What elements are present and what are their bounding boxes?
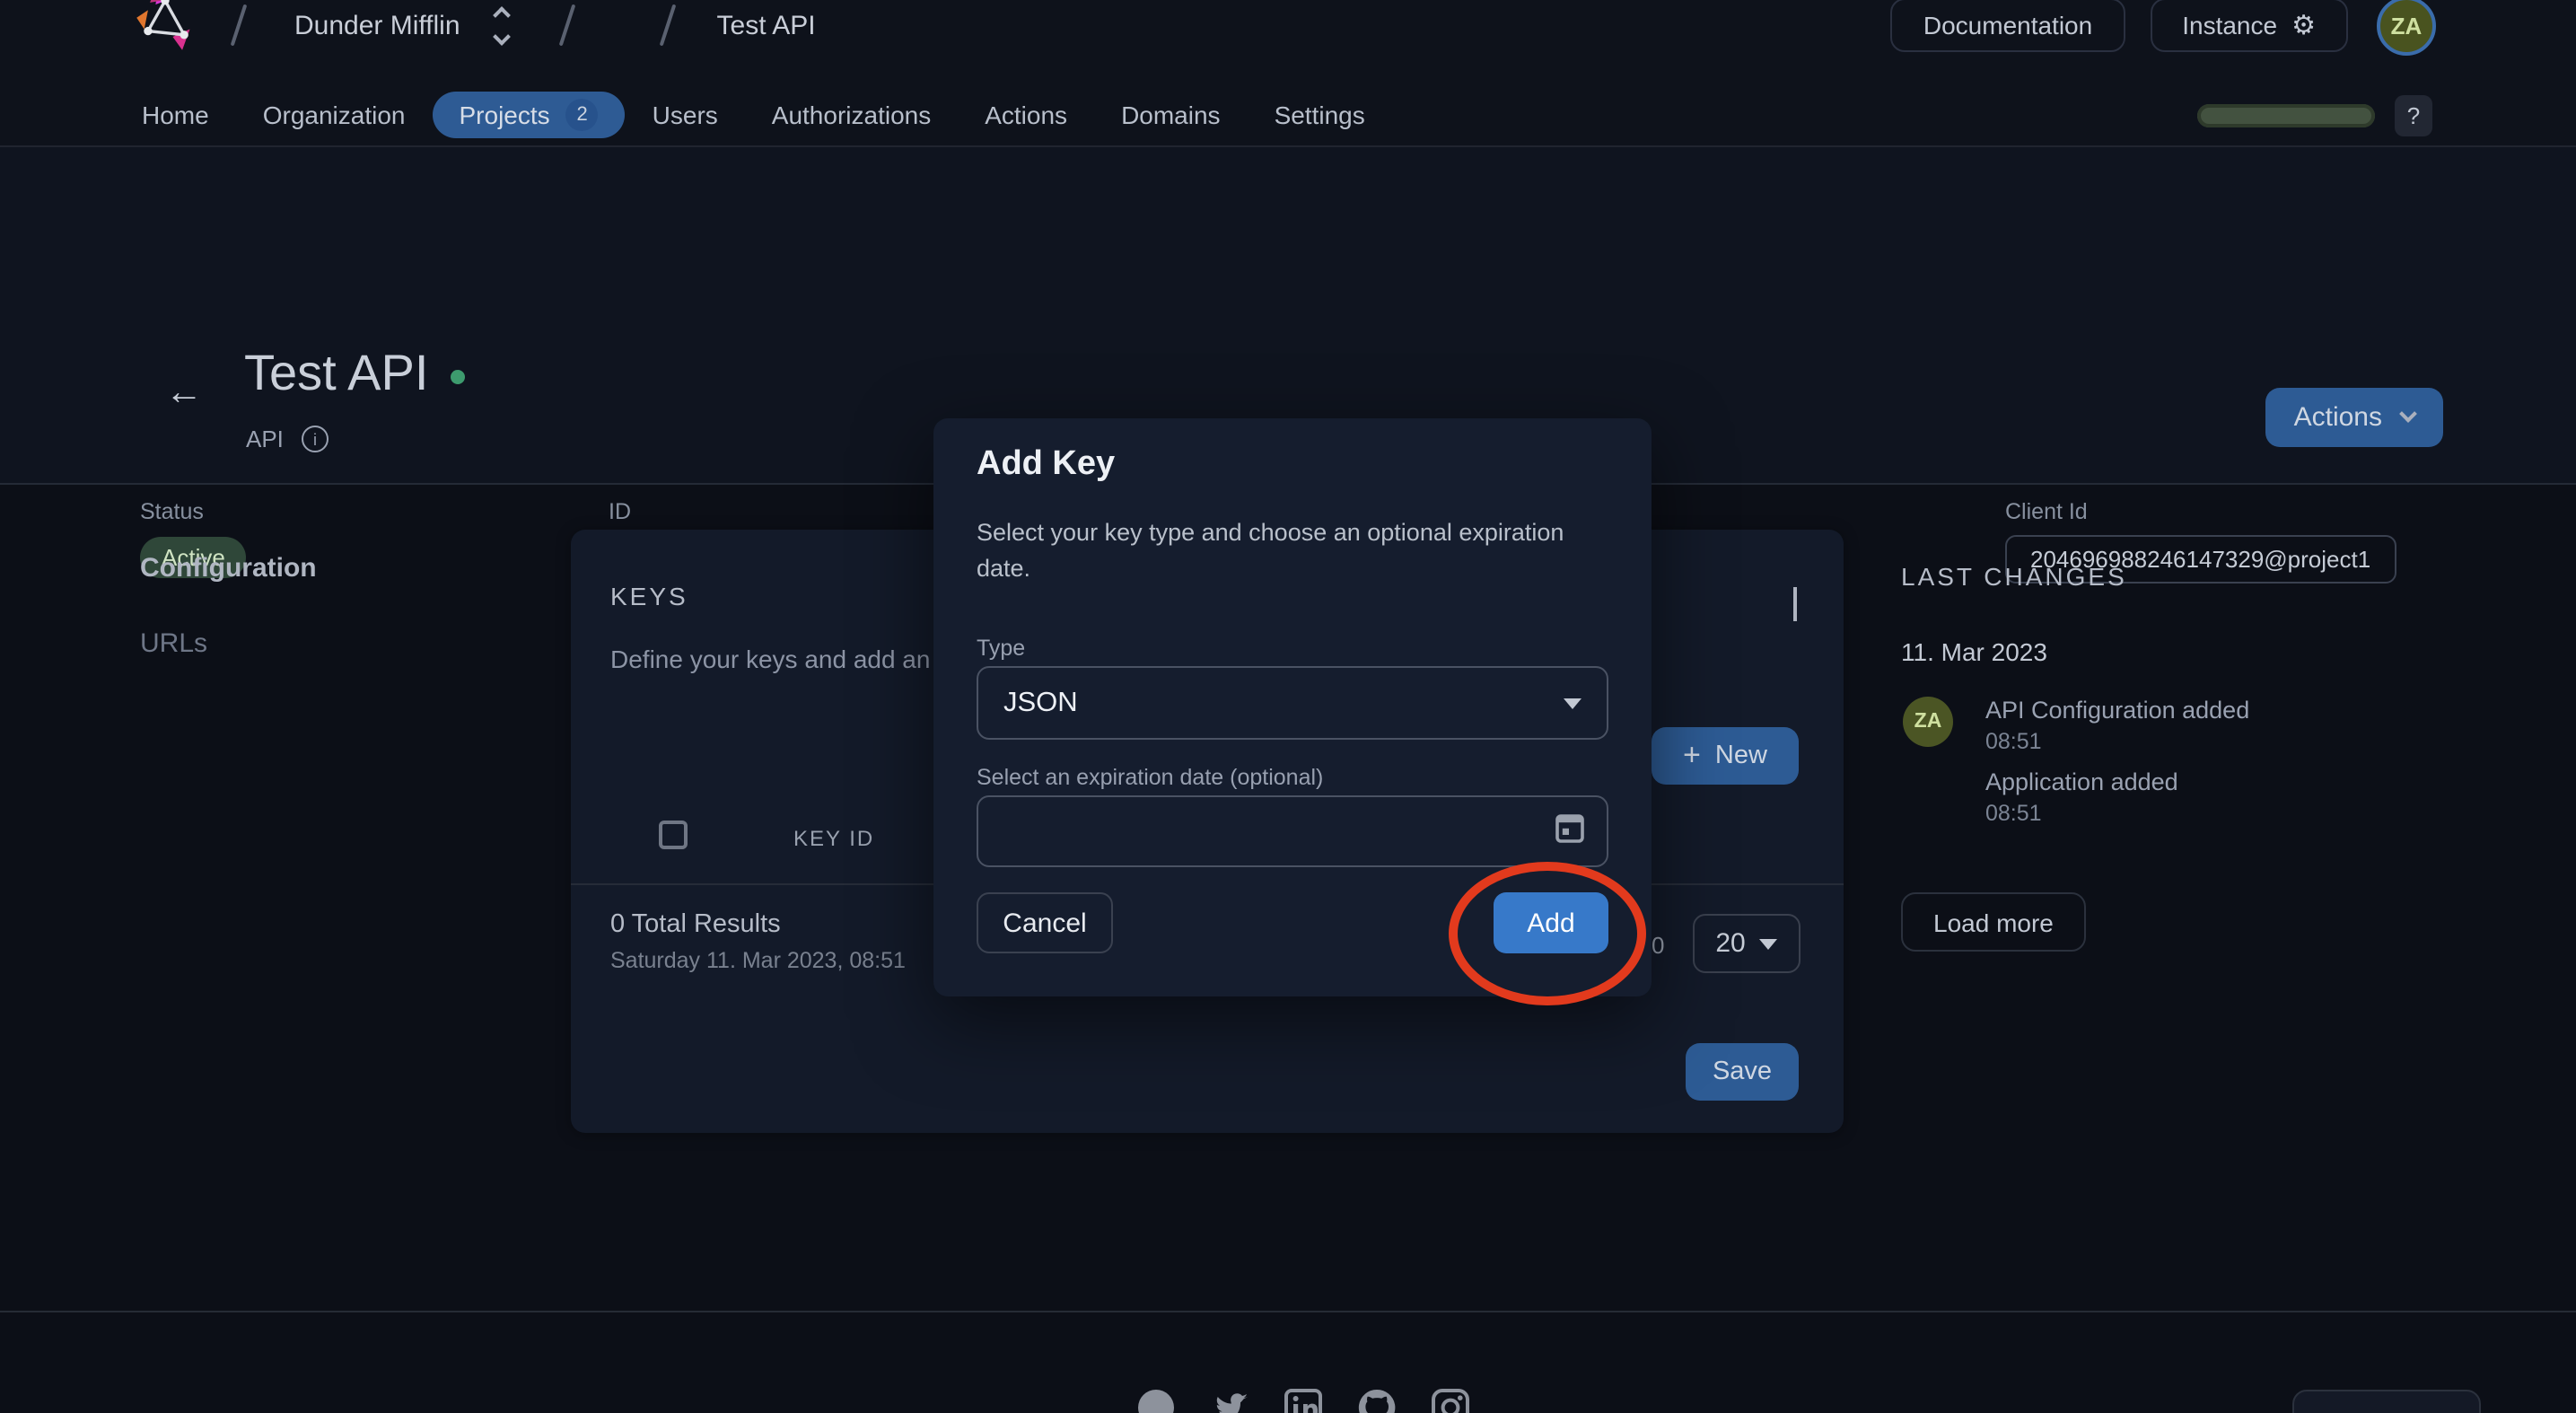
tab-organization[interactable]: Organization (236, 92, 433, 138)
id-label: ID (609, 499, 869, 524)
calendar-icon[interactable] (1555, 811, 1585, 852)
tab-domains[interactable]: Domains (1094, 92, 1248, 138)
documentation-label: Documentation (1923, 11, 2092, 39)
breadcrumb-org[interactable]: Dunder Mifflin (294, 10, 460, 40)
sidebar-item-urls[interactable]: URLs (140, 628, 207, 659)
load-more-button[interactable]: Load more (1901, 892, 2086, 952)
tab-projects[interactable]: Projects 2 (433, 92, 626, 138)
status-label: Status (140, 499, 247, 524)
bottom-right-control[interactable] (2292, 1390, 2481, 1413)
globe-icon[interactable] (1135, 1386, 1178, 1413)
breadcrumb-app[interactable]: Test API (717, 10, 816, 40)
help-button[interactable]: ? (2395, 95, 2432, 136)
back-arrow-icon[interactable]: ← (165, 372, 203, 415)
tab-settings[interactable]: Settings (1248, 92, 1392, 138)
zitadel-logo[interactable] (133, 0, 197, 62)
org-switcher-icon[interactable] (496, 8, 509, 42)
gear-icon: ⚙ (2291, 9, 2316, 41)
tab-home[interactable]: Home (115, 92, 236, 138)
add-key-modal: Add Key Select your key type and choose … (933, 418, 1652, 996)
last-changes-title: LAST CHANGES (1901, 562, 2127, 591)
page-title: Test API (244, 345, 428, 402)
breadcrumb-separator (559, 4, 576, 47)
app-type-label: API (246, 426, 284, 452)
tab-users[interactable]: Users (626, 92, 745, 138)
caret-down-icon (1564, 698, 1582, 708)
type-field-label: Type (977, 636, 1025, 661)
page-size-value: 20 (1715, 928, 1745, 959)
projects-count-badge: 2 (566, 99, 599, 131)
actions-label: Actions (2294, 402, 2382, 433)
instagram-icon[interactable] (1429, 1386, 1472, 1413)
event-title: Application added (1985, 768, 2178, 795)
tab-projects-label: Projects (460, 101, 550, 129)
event-time: 08:51 (1985, 729, 2042, 754)
active-status-dot (450, 370, 464, 384)
add-button[interactable]: Add (1494, 892, 1608, 953)
tab-authorizations[interactable]: Authorizations (745, 92, 958, 138)
event-time: 08:51 (1985, 801, 2042, 826)
cancel-button[interactable]: Cancel (977, 892, 1113, 953)
expiration-field-label: Select an expiration date (optional) (977, 765, 1323, 790)
app-root: Dunder Mifflin Test API Documentation In… (0, 0, 2576, 1413)
instance-button[interactable]: Instance ⚙ (2150, 0, 2348, 52)
last-changes-date: 11. Mar 2023 (1901, 637, 2047, 666)
info-icon[interactable]: i (302, 426, 329, 452)
breadcrumb-separator (660, 4, 677, 47)
key-type-value: JSON (1003, 687, 1564, 719)
column-header-key-id: KEY ID (793, 826, 874, 851)
event-title: API Configuration added (1985, 697, 2249, 724)
new-key-label: New (1715, 742, 1767, 770)
page-size-select[interactable]: 20 (1693, 914, 1801, 973)
modal-title: Add Key (977, 445, 1115, 485)
pagination-text: 0 (1652, 932, 1664, 959)
loading-skeleton-bar (2197, 104, 2375, 127)
tab-actions[interactable]: Actions (958, 92, 1094, 138)
modal-description: Select your key type and choose an optio… (977, 515, 1616, 587)
configuration-section-title: Configuration (140, 553, 317, 584)
github-icon[interactable] (1355, 1386, 1398, 1413)
keys-card-title: KEYS (610, 582, 688, 610)
topbar: Dunder Mifflin Test API Documentation In… (0, 0, 2576, 84)
twitter-icon[interactable] (1208, 1386, 1251, 1413)
main-nav: Home Organization Projects 2 Users Autho… (0, 84, 2576, 147)
collapse-chevron-icon[interactable] (1793, 587, 1797, 619)
select-all-checkbox[interactable] (659, 821, 688, 849)
caret-down-icon (1760, 938, 1778, 949)
actions-dropdown-button[interactable]: Actions (2265, 388, 2443, 447)
user-avatar[interactable]: ZA (2377, 0, 2436, 55)
documentation-button[interactable]: Documentation (1891, 0, 2125, 52)
key-type-select[interactable]: JSON (977, 666, 1608, 740)
client-id-label: Client Id (2005, 499, 2396, 524)
linkedin-icon[interactable] (1282, 1386, 1325, 1413)
new-key-button[interactable]: + New (1652, 727, 1799, 785)
footer-divider (0, 1311, 2576, 1312)
footer-social-icons (1135, 1386, 1472, 1413)
total-results: 0 Total Results (610, 910, 781, 939)
event-avatar: ZA (1903, 697, 1953, 747)
plus-icon: + (1683, 738, 1701, 774)
save-button[interactable]: Save (1686, 1043, 1799, 1101)
instance-label: Instance (2182, 11, 2277, 39)
breadcrumb-separator (231, 4, 248, 47)
results-timestamp: Saturday 11. Mar 2023, 08:51 (610, 948, 906, 973)
expiration-date-input[interactable] (977, 795, 1608, 867)
keys-card-description: Define your keys and add an o (610, 645, 944, 673)
